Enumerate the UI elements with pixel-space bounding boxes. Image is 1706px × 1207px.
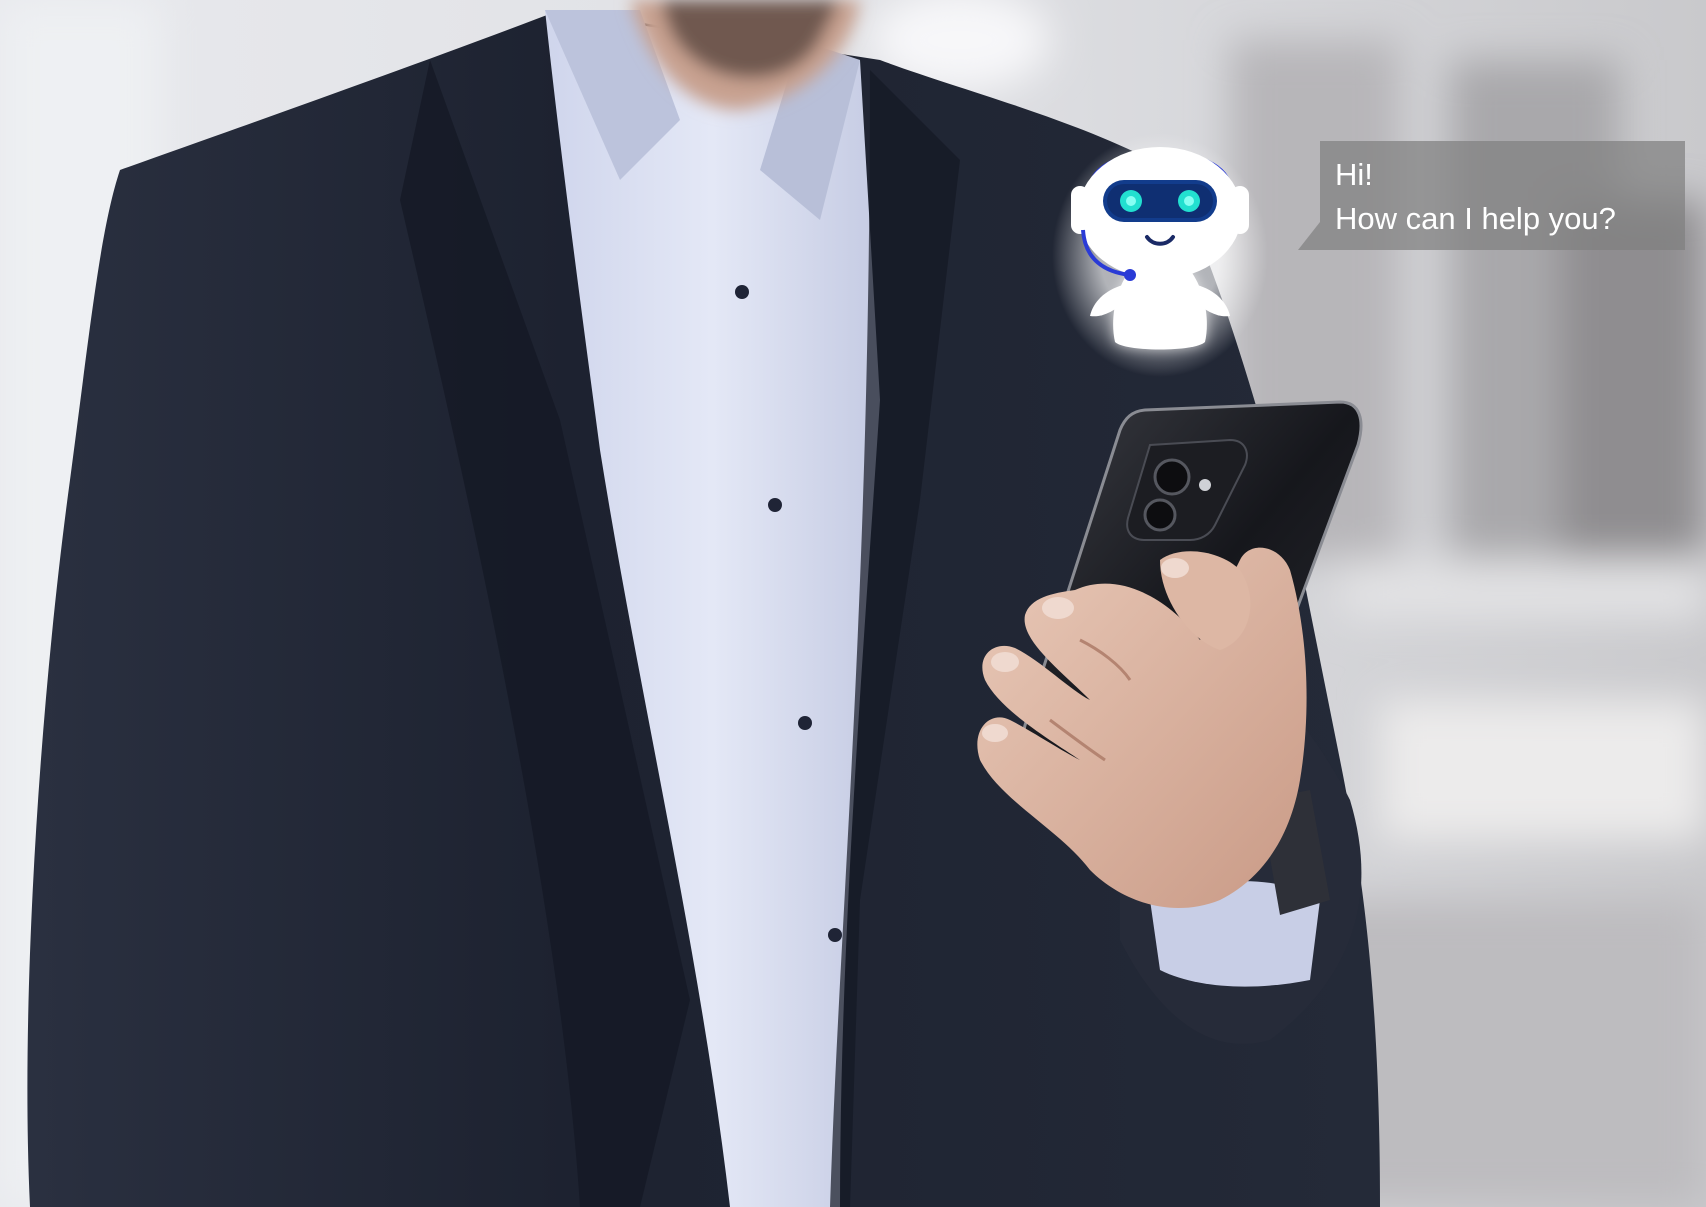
chatbot-robot-icon [1052,133,1268,377]
help-question-text: How can I help you? [1335,201,1616,236]
greeting-text: Hi! [1335,157,1373,192]
chat-speech-bubble: Hi! How can I help you? [1298,141,1685,250]
photo-scene: Hi! How can I help you? [0,0,1706,1207]
